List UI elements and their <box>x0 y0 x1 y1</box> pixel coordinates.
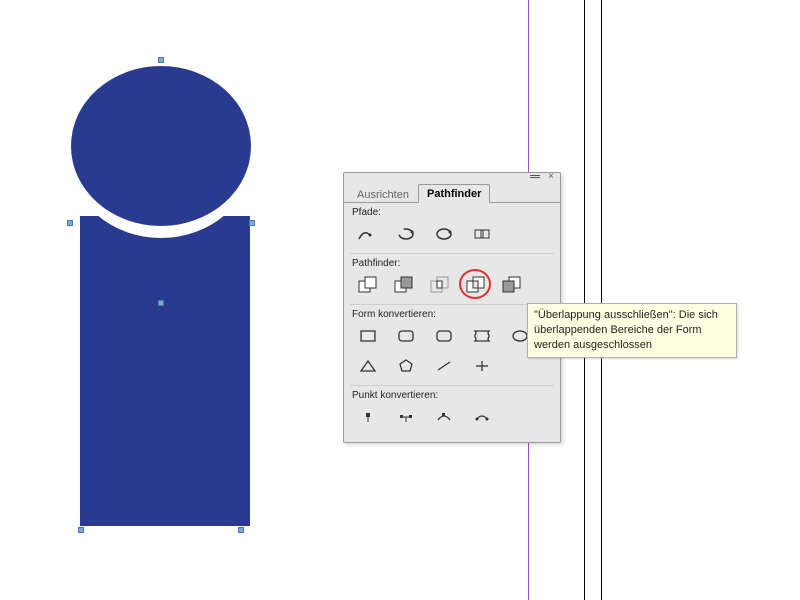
selection-handle[interactable] <box>158 57 164 63</box>
point-corner-button[interactable] <box>392 406 420 428</box>
convert-rounded-rect-button[interactable] <box>392 325 420 347</box>
section-label-convert-point: Punkt konvertieren: <box>352 390 552 401</box>
tab-align[interactable]: Ausrichten <box>348 185 418 203</box>
convert-orthogonal-line-button[interactable] <box>468 355 496 377</box>
selection-handle[interactable] <box>78 527 84 533</box>
convert-line-button[interactable] <box>430 355 458 377</box>
section-label-pathfinder: Pathfinder: <box>352 258 552 269</box>
pathfinder-subtract-button[interactable] <box>390 274 418 296</box>
section-label-paths: Pfade: <box>352 207 552 218</box>
path-reverse-button[interactable] <box>468 223 496 245</box>
convert-triangle-button[interactable] <box>354 355 382 377</box>
pathfinder-intersect-button[interactable] <box>426 274 454 296</box>
tab-pathfinder[interactable]: Pathfinder <box>418 184 490 203</box>
path-open-button[interactable] <box>392 223 420 245</box>
path-join-button[interactable] <box>354 223 382 245</box>
section-label-convert-shape: Form konvertieren: <box>352 309 552 320</box>
panel-tab-bar: Ausrichten Pathfinder <box>344 183 560 203</box>
close-icon[interactable]: × <box>546 173 556 183</box>
path-close-button[interactable] <box>430 223 458 245</box>
panel-menu-icon[interactable] <box>530 175 540 181</box>
point-symmetrical-button[interactable] <box>468 406 496 428</box>
selection-handle[interactable] <box>238 527 244 533</box>
point-smooth-button[interactable] <box>430 406 458 428</box>
pathfinder-add-button[interactable] <box>354 274 382 296</box>
shape-circle[interactable] <box>71 66 251 226</box>
point-plain-button[interactable] <box>354 406 382 428</box>
artboard[interactable]: × Ausrichten Pathfinder Pfade: <box>0 0 800 600</box>
selection-handle[interactable] <box>67 220 73 226</box>
pathfinder-exclude-overlap-button[interactable] <box>462 274 490 296</box>
convert-inverse-rounded-button[interactable] <box>468 325 496 347</box>
convert-polygon-button[interactable] <box>392 355 420 377</box>
convert-rectangle-button[interactable] <box>354 325 382 347</box>
page-edge <box>584 0 585 600</box>
shape-rectangle[interactable] <box>80 216 250 526</box>
page-edge <box>601 0 602 600</box>
pathfinder-minus-back-button[interactable] <box>498 274 526 296</box>
convert-beveled-rect-button[interactable] <box>430 325 458 347</box>
tooltip: "Überlappung ausschließen": Die sich übe… <box>527 303 737 358</box>
